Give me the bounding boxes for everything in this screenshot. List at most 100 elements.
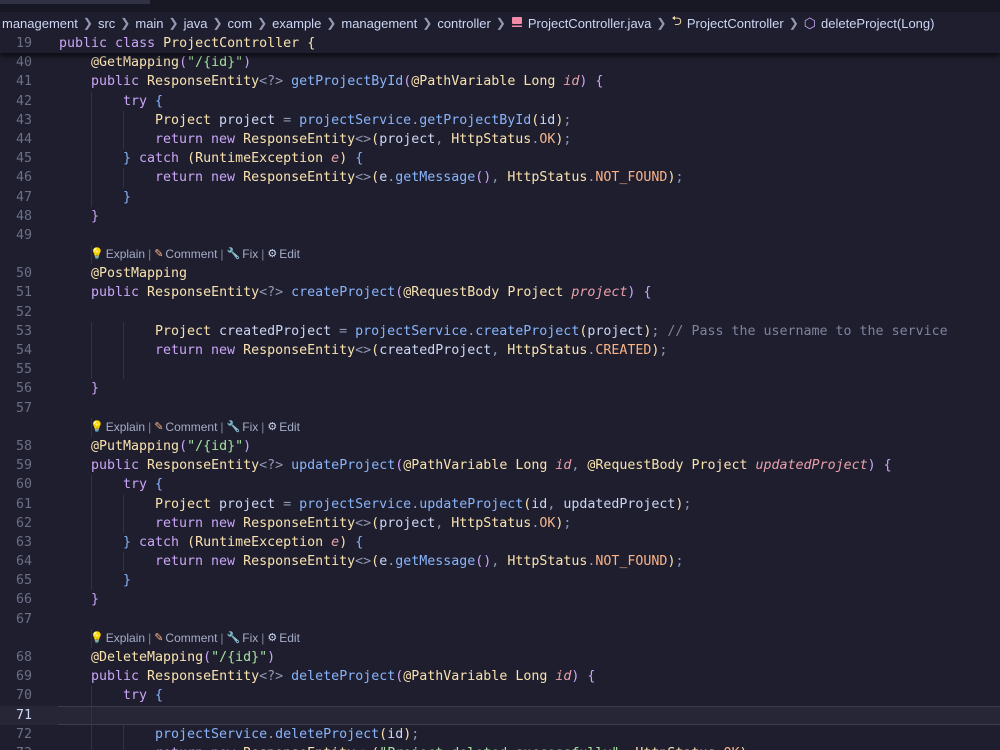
code-text[interactable]: } (91, 207, 99, 226)
code-text[interactable]: return new ResponseEntity<>(e.getMessage… (155, 552, 683, 571)
code-text[interactable]: try { (123, 686, 163, 705)
code-token: ; (563, 112, 572, 128)
line-number[interactable]: 50 (0, 264, 32, 283)
line-number[interactable]: 68 (0, 648, 32, 667)
code-text[interactable]: } (123, 188, 131, 207)
line-number[interactable]: 60 (0, 475, 32, 494)
line-number[interactable]: 54 (0, 341, 32, 360)
line-number[interactable]: 63 (0, 533, 32, 552)
code-text[interactable]: @GetMapping("/{id}") (91, 53, 251, 72)
codelens-fix-link[interactable]: 🔧 Fix (227, 629, 259, 648)
line-number[interactable]: 72 (0, 725, 32, 744)
line-number[interactable]: 42 (0, 92, 32, 111)
code-token: CREATED (595, 343, 652, 358)
code-text[interactable]: return new ResponseEntity<>("Project del… (155, 744, 756, 750)
line-number[interactable]: 44 (0, 130, 32, 149)
line-number[interactable]: 56 (0, 379, 32, 398)
line-number[interactable]: 19 (0, 34, 32, 53)
code-text[interactable]: return new ResponseEntity<>(project, Htt… (155, 130, 571, 149)
codelens-edit-link[interactable]: ⚙ Edit (267, 629, 300, 648)
codelens-fix-link[interactable]: 🔧 Fix (227, 418, 259, 437)
line-number[interactable]: 58 (0, 437, 32, 456)
code-text[interactable]: } (91, 590, 99, 609)
line-number[interactable]: 66 (0, 590, 32, 609)
code-text[interactable]: try { (123, 92, 163, 111)
line-number[interactable]: 69 (0, 667, 32, 686)
code-text[interactable]: public ResponseEntity<?> getProjectById(… (91, 72, 603, 91)
code-token: Project (507, 285, 572, 301)
code-text[interactable]: projectService.deleteProject(id); (155, 725, 419, 744)
line-number[interactable]: 51 (0, 283, 32, 302)
code-text[interactable]: Project project = projectService.updateP… (155, 495, 691, 514)
breadcrumb-item-management[interactable]: management (2, 16, 78, 31)
code-text[interactable]: } catch (RuntimeException e) { (123, 533, 363, 552)
code-text[interactable]: public ResponseEntity<?> updateProject(@… (91, 456, 892, 475)
line-number[interactable]: 40 (0, 53, 32, 72)
code-text[interactable]: return new ResponseEntity<>(e.getMessage… (155, 168, 683, 187)
line-number[interactable]: 70 (0, 686, 32, 705)
breadcrumb-file[interactable]: ProjectController.java (511, 16, 651, 31)
code-text[interactable]: @DeleteMapping("/{id}") (91, 648, 275, 667)
line-number[interactable]: 61 (0, 495, 32, 514)
editor-tab[interactable] (0, 0, 150, 4)
breadcrumb-item-management[interactable]: management (341, 16, 417, 31)
breadcrumb-item-example[interactable]: example (272, 16, 321, 31)
line-number[interactable]: 65 (0, 571, 32, 590)
breadcrumb-item-com[interactable]: com (228, 16, 253, 31)
breadcrumb-class[interactable]: ⮌ ProjectController (671, 12, 783, 34)
code-token: new (211, 170, 244, 186)
line-number[interactable]: 73 (0, 744, 32, 750)
code-token: project (571, 285, 628, 301)
breadcrumb-item-java[interactable]: java (184, 16, 208, 31)
line-number[interactable]: 55 (0, 360, 32, 379)
code-text[interactable]: public ResponseEntity<?> deleteProject(@… (91, 667, 595, 686)
codelens-comment-link[interactable]: ✎ Comment (154, 629, 217, 648)
line-number[interactable]: 62 (0, 514, 32, 533)
line-number[interactable]: 64 (0, 552, 32, 571)
code-text[interactable]: return new ResponseEntity<>(createdProje… (155, 341, 667, 360)
code-text[interactable]: } catch (RuntimeException e) { (123, 149, 363, 168)
codelens-comment-link[interactable]: ✎ Comment (154, 245, 217, 264)
line-number[interactable]: 52 (0, 303, 32, 322)
line-number[interactable]: 48 (0, 207, 32, 226)
breadcrumb-item-controller[interactable]: controller (437, 16, 490, 31)
code-text[interactable]: public class ProjectController { (59, 34, 315, 53)
codelens-comment-link[interactable]: ✎ Comment (154, 418, 217, 437)
codelens-explain-link[interactable]: 💡 Explain (90, 418, 145, 437)
breadcrumb-item-src[interactable]: src (98, 16, 115, 31)
code-text[interactable]: Project createdProject = projectService.… (155, 322, 948, 341)
codelens-explain-link[interactable]: 💡 Explain (90, 629, 145, 648)
codelens-edit-link[interactable]: ⚙ Edit (267, 245, 300, 264)
line-number[interactable]: 45 (0, 149, 32, 168)
line-number[interactable]: 67 (0, 610, 32, 629)
code-token: Project (155, 112, 220, 128)
code-text[interactable]: @PutMapping("/{id}") (91, 437, 251, 456)
breadcrumb-item-main[interactable]: main (135, 16, 163, 31)
code-token: getProjectById (419, 112, 532, 128)
codelens-edit-link[interactable]: ⚙ Edit (267, 418, 300, 437)
indent-guide (91, 475, 92, 495)
code-text[interactable]: return new ResponseEntity<>(project, Htt… (155, 514, 571, 533)
code-text[interactable]: } (123, 571, 131, 590)
line-number[interactable]: 41 (0, 72, 32, 91)
codelens-fix-link[interactable]: 🔧 Fix (227, 245, 259, 264)
code-editor[interactable]: 19 public class ProjectController { 40 @Get… (0, 34, 1000, 750)
line-number[interactable]: 46 (0, 168, 32, 187)
line-number[interactable]: 43 (0, 111, 32, 130)
code-text[interactable]: public ResponseEntity<?> createProject(@… (91, 283, 651, 302)
breadcrumb-method[interactable]: ⬡ deleteProject(Long) (804, 15, 935, 32)
code-token: project (379, 515, 436, 531)
code-text[interactable]: } (91, 379, 99, 398)
code-token: updateProject (291, 458, 396, 474)
line-number[interactable]: 59 (0, 456, 32, 475)
line-number[interactable]: 53 (0, 322, 32, 341)
code-text[interactable]: Project project = projectService.getProj… (155, 111, 571, 130)
line-number[interactable]: 47 (0, 188, 32, 207)
line-number[interactable]: 57 (0, 399, 32, 418)
line-number[interactable]: 71 (0, 706, 32, 725)
line-number[interactable]: 49 (0, 226, 32, 245)
codelens-explain-link[interactable]: 💡 Explain (90, 245, 145, 264)
code-text[interactable]: @PostMapping (91, 264, 187, 283)
code-text[interactable]: try { (123, 475, 163, 494)
code-token: ; (747, 746, 755, 750)
